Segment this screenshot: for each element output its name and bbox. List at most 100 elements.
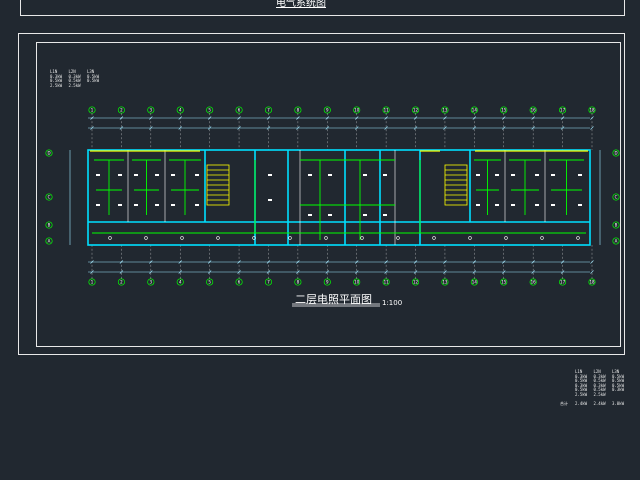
legend-column-l2: L2N 0.3kW 0.5kW 0.3kW 0.5kW 2.5kW 2.4kW <box>593 369 606 407</box>
light-fixture <box>363 174 367 176</box>
ceiling-light <box>540 236 544 240</box>
axis-label: 1 <box>91 280 94 285</box>
axis-label: 17 <box>560 108 566 113</box>
drawing-scale: 1:100 <box>382 299 403 307</box>
light-fixture <box>328 174 332 176</box>
axis-bubble: 17 <box>559 106 567 114</box>
axis-bubble: 3 <box>147 278 155 286</box>
light-fixture <box>96 174 100 176</box>
light-fixture <box>511 174 515 176</box>
ceiling-light <box>576 236 580 240</box>
light-fixture <box>268 199 272 201</box>
axis-bubble: 18 <box>588 278 596 286</box>
axis-label: 6 <box>238 280 241 285</box>
axis-bubble: 14 <box>470 106 478 114</box>
axis-bubble: 18 <box>588 106 596 114</box>
ceiling-light <box>144 236 148 240</box>
axis-label: 18 <box>589 280 595 285</box>
axis-label: 9 <box>326 280 329 285</box>
axis-label: 17 <box>560 280 566 285</box>
axis-label: 6 <box>238 108 241 113</box>
axis-bubble: 7 <box>264 106 273 114</box>
axis-label: 13 <box>442 108 448 113</box>
axis-bubbles-top: 1 2 3 4 5 6 7 8 9 10 11 12 13 14 15 16 17 18 <box>88 106 596 150</box>
light-fixture <box>308 214 312 216</box>
axis-bubble: 6 <box>235 106 243 114</box>
legend-total-label: 合计 <box>560 401 568 406</box>
light-fixture <box>134 174 138 176</box>
light-fixture <box>578 204 582 206</box>
stairs <box>206 164 468 206</box>
light-fixture <box>535 204 539 206</box>
bottom-right-load-legend: L1N 0.3kW 0.5kW 0.3kW 0.5kW 2.5kW 2.4kW … <box>575 369 624 407</box>
light-fixture <box>551 204 555 206</box>
light-fixture <box>155 204 159 206</box>
axis-bubble: 10 <box>353 106 361 114</box>
axis-bubble: 8 <box>294 278 302 286</box>
axis-label: 9 <box>326 108 329 113</box>
legend-column-l3: L3N 0.5kW 0.5kW 0.5kW 0.3kW 3.0kW <box>611 369 624 407</box>
axis-label: 10 <box>354 280 360 285</box>
axis-label: 12 <box>413 108 419 113</box>
axis-bubble: 12 <box>411 106 420 114</box>
axis-bubble: 12 <box>411 278 420 286</box>
axis-bubble: 5 <box>206 106 214 114</box>
axis-bubble: 15 <box>500 106 508 114</box>
light-fixture <box>155 174 159 176</box>
light-fixture <box>308 174 312 176</box>
axis-label: 11 <box>384 108 390 113</box>
light-fixture <box>578 174 582 176</box>
light-fixture <box>96 204 100 206</box>
axis-label: 14 <box>472 108 478 113</box>
lighting-wiring <box>92 159 586 240</box>
axis-label: 5 <box>208 108 211 113</box>
light-fixture <box>383 174 387 176</box>
room-partitions <box>127 150 546 245</box>
axis-bubble: 11 <box>382 278 390 286</box>
ceiling-light <box>468 236 472 240</box>
axis-bubble: 8 <box>294 106 302 114</box>
axis-label: 8 <box>297 280 300 285</box>
axis-label: 16 <box>531 108 537 113</box>
legend-cell: 3.0kW <box>611 401 624 407</box>
ceiling-light <box>216 236 220 240</box>
legend-cell: 2.5kW <box>593 391 606 397</box>
light-fixture <box>134 204 138 206</box>
axis-label: 15 <box>501 280 507 285</box>
axis-label: D <box>47 151 50 156</box>
axis-bubble: A <box>45 237 53 245</box>
legend-column-l1: L1N 0.3kW 0.5kW 0.3kW 0.5kW 2.5kW 2.4kW <box>575 369 588 407</box>
axis-bubble: A <box>612 237 620 245</box>
axis-label: D <box>614 151 617 156</box>
legend-cell: 2.5kW <box>575 391 588 397</box>
axis-label: 3 <box>150 280 153 285</box>
axis-label: 4 <box>179 108 182 113</box>
axis-bubble: 6 <box>235 278 243 286</box>
axis-bubble: D <box>45 149 53 157</box>
axis-bubble: 13 <box>441 278 449 286</box>
axis-bubble: 1 <box>88 106 96 114</box>
axis-bubble: 3 <box>147 106 155 114</box>
light-fixture <box>511 204 515 206</box>
light-fixture <box>195 174 199 176</box>
ceiling-light <box>108 236 112 240</box>
axis-label: 11 <box>384 280 390 285</box>
axis-label: 10 <box>354 108 360 113</box>
axis-label: 2 <box>120 108 123 113</box>
axis-bubble: 7 <box>264 278 273 286</box>
light-fixture <box>118 174 122 176</box>
axis-bubble: 14 <box>470 278 478 286</box>
axis-label: 12 <box>413 280 419 285</box>
light-fixture <box>171 204 175 206</box>
legend-cell: 2.4kW <box>593 401 606 407</box>
axis-label: 13 <box>442 280 448 285</box>
floor-plan-drawing: 1 2 3 4 5 6 7 8 9 10 11 12 13 14 15 16 17 18 1 2 3 4 5 6 7 8 9 10 1… <box>45 106 620 307</box>
axis-bubbles-bottom: 1 2 3 4 5 6 7 8 9 10 11 12 13 14 15 16 17 18 <box>88 245 596 286</box>
axis-label: 4 <box>179 280 182 285</box>
light-fixture <box>535 174 539 176</box>
dimension-lines <box>69 116 601 274</box>
ceiling-light <box>504 236 508 240</box>
axis-bubble: B <box>612 221 620 229</box>
axis-bubble: 2 <box>117 278 125 286</box>
axis-bubble: 16 <box>529 278 537 286</box>
